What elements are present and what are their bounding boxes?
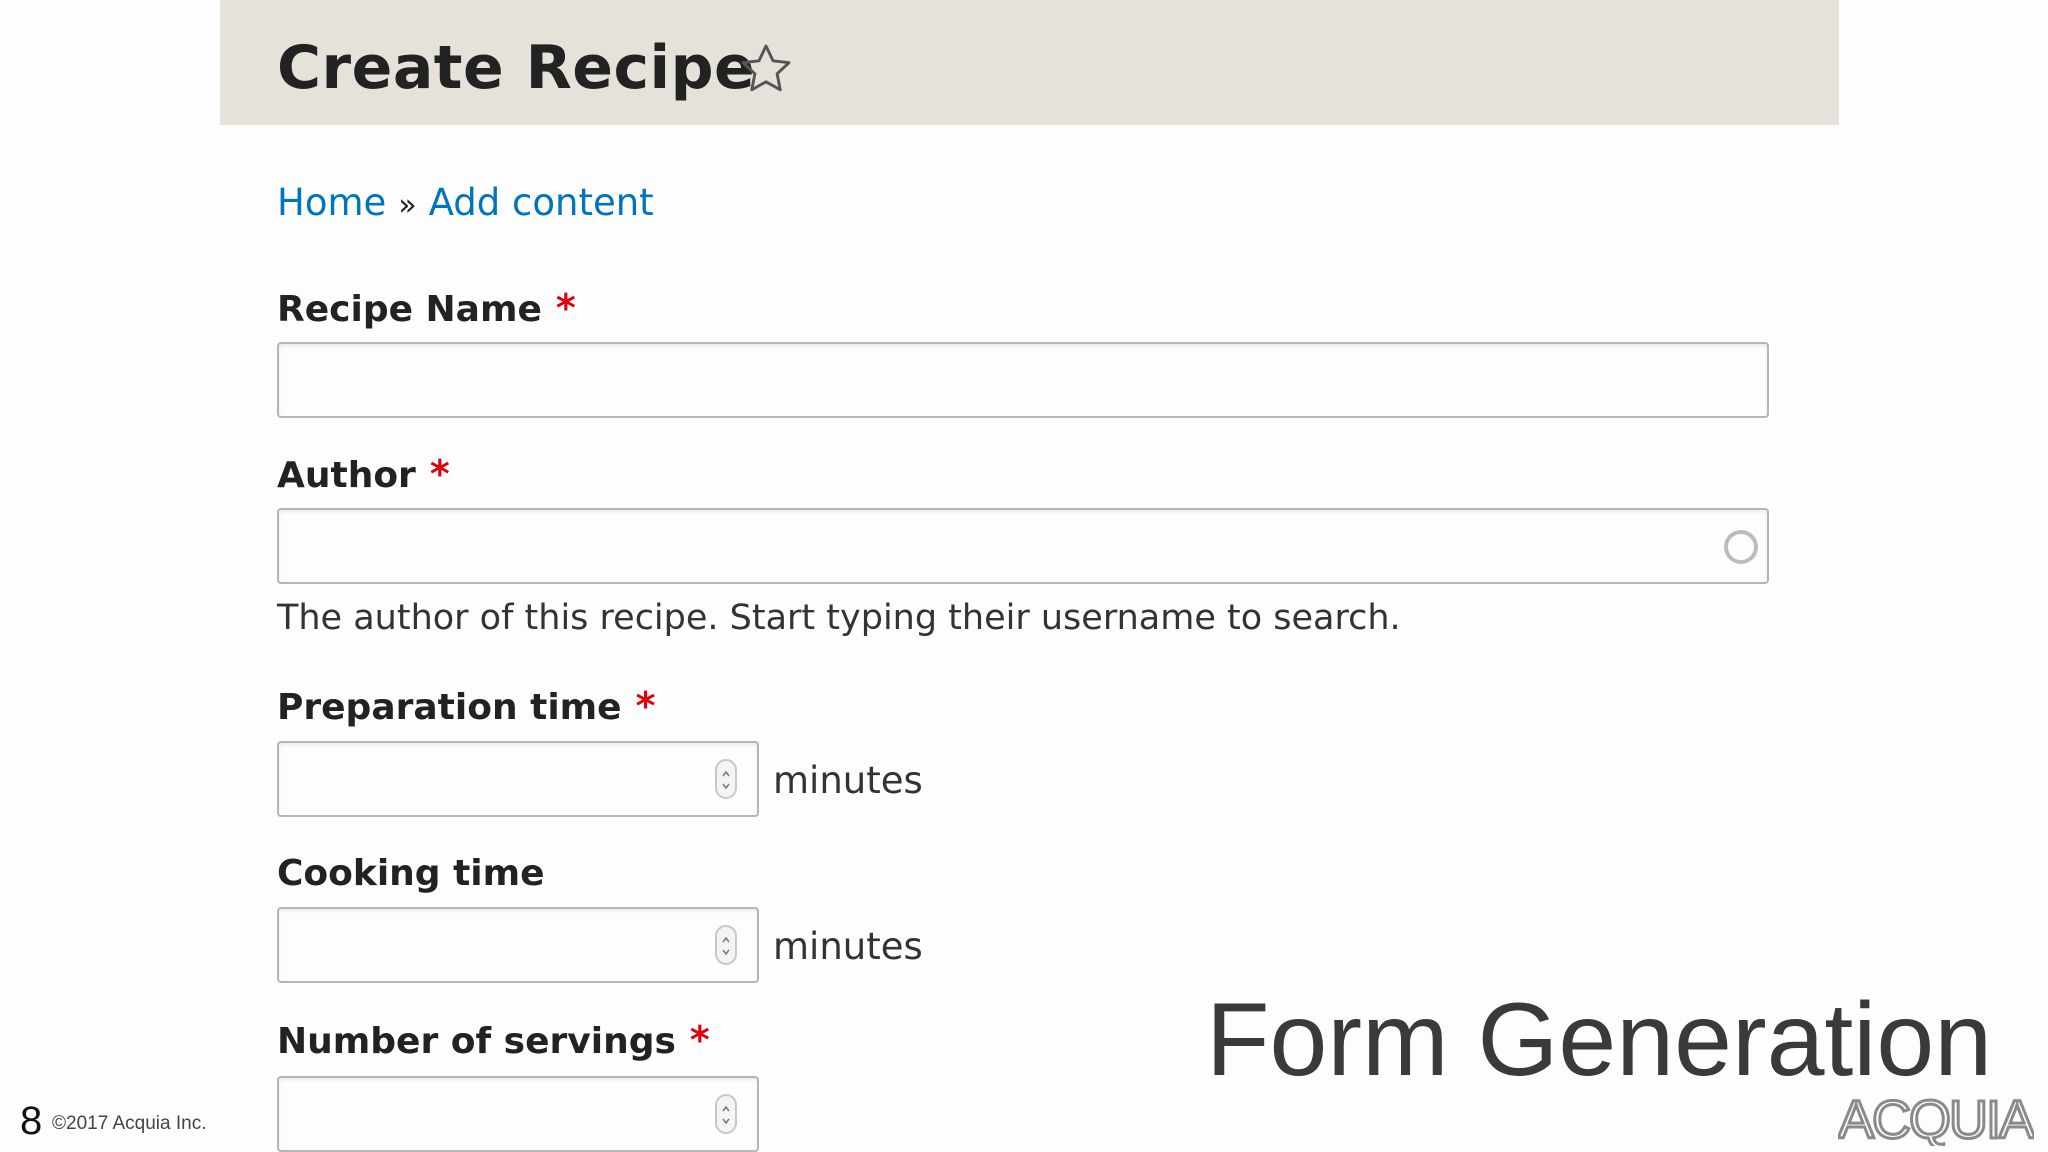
number-of-servings-label: Number of servings *	[277, 1018, 710, 1064]
cooking-time-field	[277, 907, 759, 983]
recipe-name-label-text: Recipe Name	[277, 289, 542, 330]
page-title: Create Recipe	[277, 33, 756, 103]
star-icon[interactable]	[737, 40, 795, 98]
number-of-servings-input[interactable]	[277, 1076, 759, 1152]
cooking-time-label: Cooking time	[277, 853, 545, 894]
preparation-time-input[interactable]	[277, 741, 759, 817]
slide-number: 8	[20, 1099, 43, 1143]
breadcrumb-separator: »	[398, 188, 417, 223]
spinner-stepper-icon[interactable]	[715, 925, 737, 965]
breadcrumb: Home » Add content	[277, 180, 654, 229]
required-marker: *	[635, 684, 656, 728]
cooking-time-unit: minutes	[773, 925, 923, 968]
author-label: Author *	[277, 452, 450, 498]
number-of-servings-field	[277, 1076, 759, 1152]
spinner-stepper-icon[interactable]	[715, 1094, 737, 1134]
required-marker: *	[429, 452, 450, 496]
author-input[interactable]	[277, 508, 1769, 584]
required-marker: *	[689, 1018, 710, 1062]
autocomplete-throbber-icon	[1724, 530, 1758, 564]
recipe-name-input[interactable]	[277, 342, 1769, 418]
recipe-name-label: Recipe Name *	[277, 286, 576, 332]
spinner-stepper-icon[interactable]	[715, 759, 737, 799]
breadcrumb-home-link[interactable]: Home	[277, 181, 386, 224]
page-header: Create Recipe	[220, 0, 1839, 125]
preparation-time-label-text: Preparation time	[277, 687, 622, 728]
acquia-logo-icon: ACQUIA	[1838, 1090, 2034, 1146]
author-description: The author of this recipe. Start typing …	[277, 598, 1401, 638]
breadcrumb-add-content-link[interactable]: Add content	[429, 181, 654, 224]
required-marker: *	[555, 286, 576, 330]
preparation-time-label: Preparation time *	[277, 684, 655, 730]
slide-title: Form Generation	[1206, 982, 1993, 1098]
cooking-time-input[interactable]	[277, 907, 759, 983]
copyright-text: ©2017 Acquia Inc.	[52, 1113, 207, 1134]
preparation-time-unit: minutes	[773, 759, 923, 802]
preparation-time-field	[277, 741, 759, 817]
author-label-text: Author	[277, 455, 416, 496]
number-of-servings-label-text: Number of servings	[277, 1021, 676, 1062]
svg-text:ACQUIA: ACQUIA	[1838, 1090, 2034, 1146]
